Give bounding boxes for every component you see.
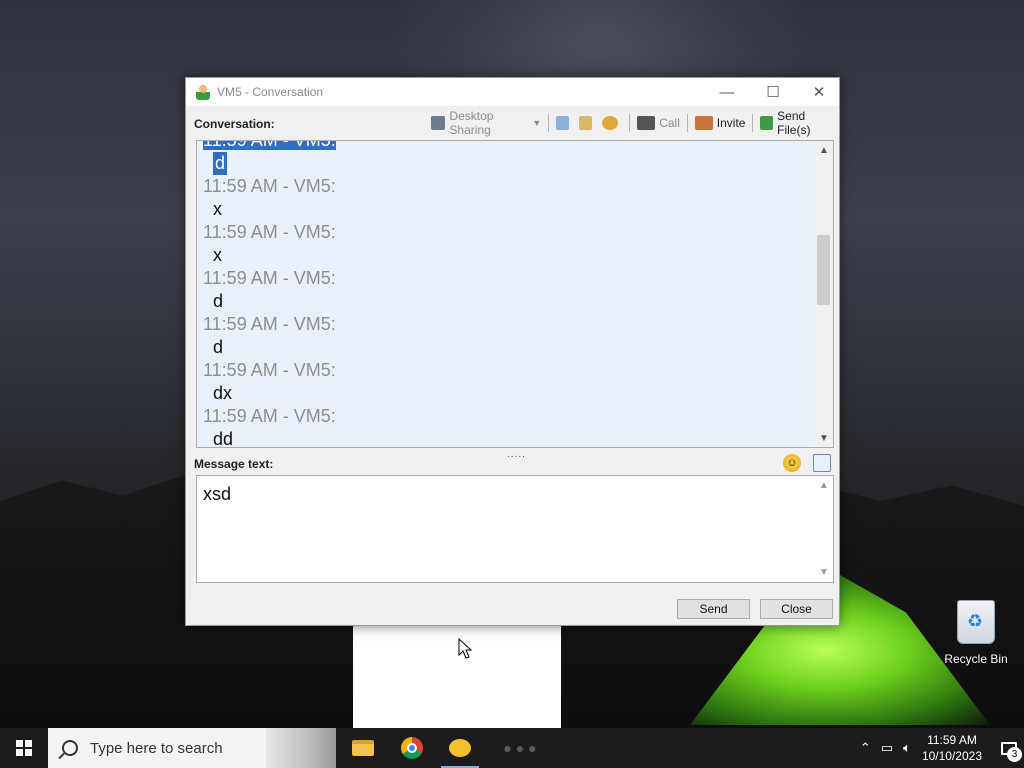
desktop-sharing-icon: [431, 116, 446, 130]
settings-button[interactable]: [599, 112, 625, 134]
message-body: x: [213, 245, 222, 265]
search-highlight-image[interactable]: [266, 728, 336, 768]
message-input-scrollbar[interactable]: ▲ ▼: [815, 476, 833, 582]
notification-badge: 3: [1007, 747, 1022, 762]
scroll-up-arrow-icon[interactable]: ▲: [815, 480, 833, 491]
chrome-taskbar-button[interactable]: [389, 728, 435, 768]
user-icon: [196, 84, 210, 100]
message-input[interactable]: xsd ▲ ▼: [196, 475, 834, 583]
conversation-window: VM5 - Conversation — ☐ ✕ Conversation: D…: [185, 77, 840, 626]
message-body: x: [213, 199, 222, 219]
scrollbar-thumb[interactable]: [817, 235, 830, 305]
conversation-label: Conversation:: [194, 117, 275, 131]
chat-bubble-icon: [449, 739, 471, 757]
taskbar-clock[interactable]: 11:59 AM 10/10/2023: [922, 732, 982, 764]
start-button[interactable]: [0, 728, 48, 768]
gear-icon: [602, 116, 619, 130]
pane-splitter[interactable]: .....: [507, 449, 526, 460]
send-button[interactable]: Send: [677, 599, 750, 619]
close-window-button[interactable]: ✕: [796, 78, 842, 106]
message-body: d: [213, 291, 224, 311]
message-header: 11:59 AM - VM5:: [203, 176, 336, 196]
message-body: dd: [213, 429, 234, 448]
search-placeholder: Type here to search: [90, 739, 223, 757]
text-format-icon[interactable]: [813, 454, 831, 472]
toolbar-divider: [752, 114, 754, 132]
file-explorer-taskbar-button[interactable]: [340, 728, 386, 768]
contact-card-icon: [579, 116, 593, 130]
scroll-up-arrow-icon[interactable]: ▲: [815, 141, 833, 159]
history-button[interactable]: [553, 112, 576, 134]
message-body-selected: d: [213, 152, 228, 175]
message-header: 11:59 AM - VM5:: [203, 222, 336, 242]
toolbar-divider: [629, 114, 631, 132]
conversation-history[interactable]: 11:59 AM - VM5: d 11:59 AM - VM5: x 11:5…: [196, 140, 834, 448]
chrome-icon: [401, 737, 423, 759]
scroll-down-arrow-icon[interactable]: ▼: [815, 567, 833, 578]
network-icon[interactable]: ▭: [881, 740, 893, 756]
taskbar-search-box[interactable]: Type here to search: [48, 728, 336, 768]
message-header: 11:59 AM - VM5:: [203, 314, 336, 334]
chevron-up-icon[interactable]: ⌃: [860, 740, 871, 756]
windows-logo-icon: [16, 740, 32, 756]
mouse-cursor-icon: [458, 638, 472, 659]
message-header: 11:59 AM - VM5:: [203, 406, 336, 426]
window-title: VM5 - Conversation: [217, 85, 324, 99]
message-text-label: Message text:: [194, 457, 274, 471]
add-users-icon: [694, 116, 713, 130]
desktop-sharing-button[interactable]: Desktop Sharing ▼: [428, 109, 544, 137]
scroll-down-arrow-icon[interactable]: ▼: [815, 429, 833, 447]
system-tray: ⌃ ▭ 🔈︎ 11:59 AM 10/10/2023 3: [855, 728, 1024, 768]
folder-icon: [352, 740, 374, 756]
recycle-bin-icon: [957, 600, 995, 644]
conversation-scrollbar[interactable]: ▲ ▼: [815, 141, 833, 447]
call-label: Call: [659, 116, 680, 130]
chevron-down-icon: ▼: [532, 118, 542, 128]
desktop-sharing-label: Desktop Sharing: [449, 109, 494, 137]
title-bar[interactable]: VM5 - Conversation — ☐ ✕: [186, 78, 839, 106]
invite-button[interactable]: Invite: [692, 112, 749, 134]
recycle-bin-label: Recycle Bin: [944, 652, 1008, 666]
send-file-icon: [760, 116, 774, 130]
search-icon: [62, 740, 78, 756]
recycle-bin-shortcut[interactable]: Recycle Bin: [940, 600, 1012, 666]
messenger-taskbar-button[interactable]: [437, 728, 483, 768]
taskbar: Type here to search ● ● ● ⌃ ▭ 🔈︎ 11:59 A…: [0, 728, 1024, 768]
message-input-text[interactable]: xsd: [203, 484, 231, 505]
user-icon: ● ● ●: [503, 740, 537, 756]
video-camera-icon: [637, 116, 656, 130]
background-window[interactable]: [353, 620, 561, 728]
message-body: dx: [213, 383, 233, 403]
message-header: 11:59 AM - VM5:: [203, 268, 336, 288]
contact-info-button[interactable]: [576, 112, 599, 134]
clock-date: 10/10/2023: [921, 749, 982, 763]
close-button[interactable]: Close: [760, 599, 833, 619]
history-icon: [556, 116, 570, 130]
maximize-button[interactable]: ☐: [750, 78, 796, 106]
emoji-icon[interactable]: ☺: [783, 454, 801, 472]
toolbar-divider: [548, 114, 550, 132]
hidden-taskbar-apps[interactable]: ● ● ●: [480, 728, 560, 768]
invite-label: Invite: [716, 116, 746, 130]
conversation-toolbar: Conversation: Desktop Sharing ▼ Call Inv…: [186, 106, 839, 138]
action-center-button[interactable]: 3: [994, 728, 1024, 768]
call-button[interactable]: Call: [634, 112, 683, 134]
message-header-selected: 11:59 AM - VM5:: [203, 141, 815, 152]
message-header: 11:59 AM - VM5:: [203, 360, 336, 380]
send-files-button[interactable]: Send File(s): [757, 109, 839, 137]
toolbar-divider: [686, 114, 688, 132]
volume-icon[interactable]: 🔈︎: [903, 740, 911, 756]
send-files-label: Send File(s): [777, 109, 811, 137]
clock-time: 11:59 AM: [927, 733, 977, 747]
minimize-button[interactable]: —: [704, 78, 750, 106]
message-body: d: [213, 337, 224, 357]
